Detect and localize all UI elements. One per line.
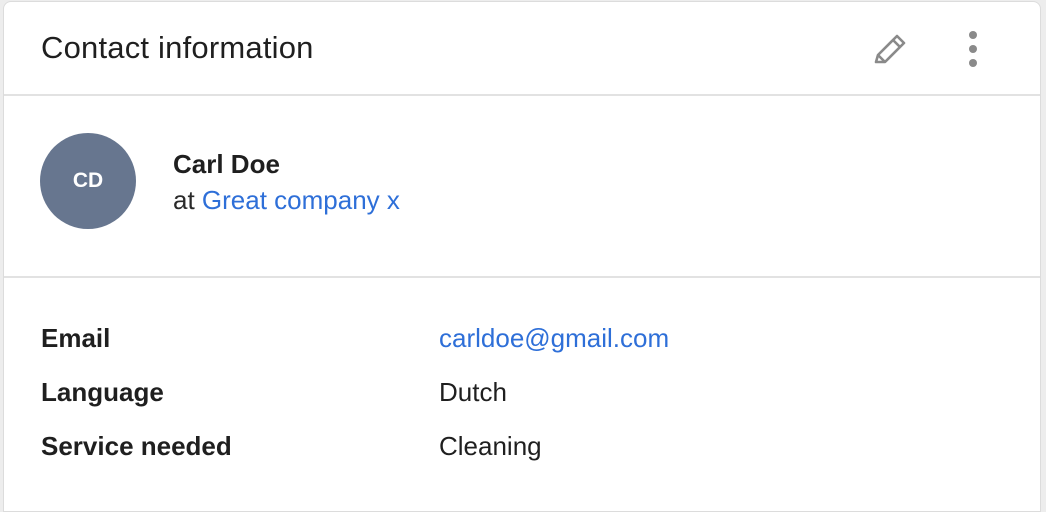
more-options-button[interactable] — [956, 28, 990, 72]
detail-row-email: Email carldoe@gmail.com — [41, 323, 941, 363]
detail-label: Service needed — [41, 431, 232, 461]
detail-row-language: Language Dutch — [41, 377, 941, 417]
card-header: Contact information — [4, 2, 1040, 96]
detail-row-service: Service needed Cleaning — [41, 431, 941, 471]
detail-label: Language — [41, 377, 164, 407]
detail-value: Cleaning — [439, 431, 542, 461]
card-title: Contact information — [41, 30, 314, 65]
company-line: at Great company x — [173, 185, 400, 216]
avatar: CD — [40, 133, 136, 229]
detail-label: Email — [41, 323, 111, 353]
edit-button[interactable] — [868, 28, 912, 72]
pencil-icon — [874, 34, 906, 64]
company-prefix: at — [173, 185, 195, 215]
company-link[interactable]: Great company x — [202, 185, 400, 215]
email-link[interactable]: carldoe@gmail.com — [439, 323, 669, 354]
contact-card: Contact information CD Carl Doe at Great… — [3, 1, 1041, 512]
contact-name: Carl Doe — [173, 149, 280, 179]
detail-value: Dutch — [439, 377, 507, 407]
contact-profile: CD Carl Doe at Great company x — [4, 96, 1040, 278]
vertical-dots-icon — [969, 31, 977, 67]
